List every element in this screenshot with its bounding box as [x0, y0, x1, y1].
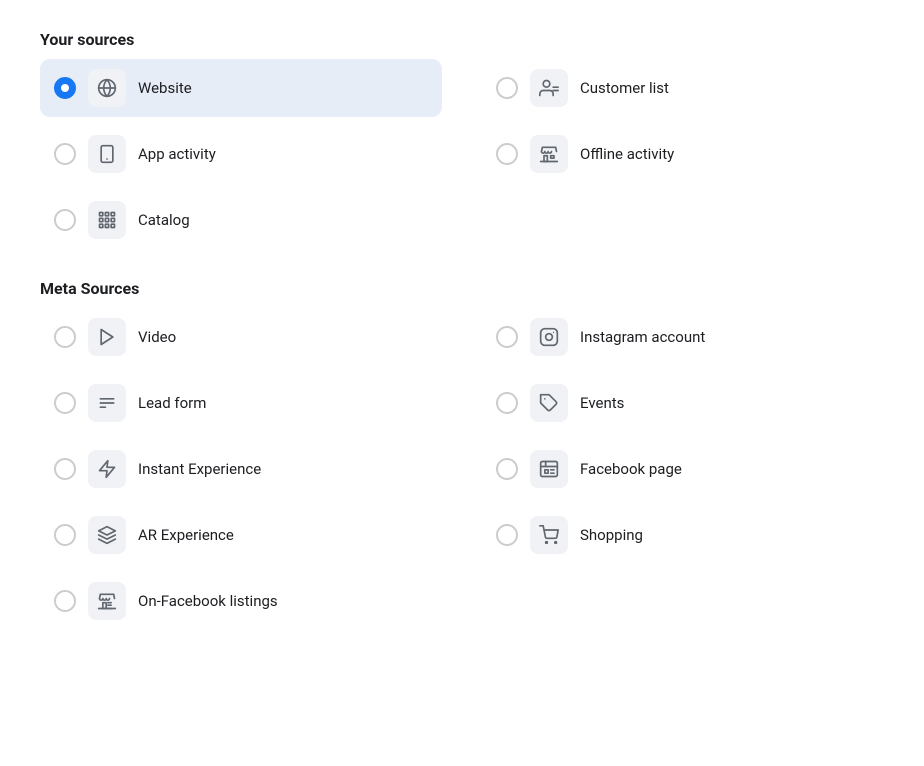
- source-label-video: Video: [138, 328, 176, 346]
- globe-icon: [88, 69, 126, 107]
- source-label-facebook-page: Facebook page: [580, 460, 682, 478]
- source-label-shopping: Shopping: [580, 526, 643, 544]
- radio-app-activity[interactable]: [54, 143, 76, 165]
- source-label-customer-list: Customer list: [580, 79, 669, 97]
- your-sources-section: Your sources Website: [40, 30, 884, 249]
- radio-video[interactable]: [54, 326, 76, 348]
- ar-icon: [88, 516, 126, 554]
- tag-icon: [530, 384, 568, 422]
- source-item-offline-activity[interactable]: Offline activity: [482, 125, 884, 183]
- source-item-ar-experience[interactable]: AR Experience: [40, 506, 442, 564]
- meta-sources-section: Meta Sources Video Instagram account: [40, 279, 884, 630]
- source-label-instagram: Instagram account: [580, 328, 705, 346]
- radio-catalog[interactable]: [54, 209, 76, 231]
- meta-sources-grid: Video Instagram account: [40, 308, 884, 630]
- cart-icon: [530, 516, 568, 554]
- catalog-icon: [88, 201, 126, 239]
- source-item-lead-form[interactable]: Lead form: [40, 374, 442, 432]
- mobile-icon: [88, 135, 126, 173]
- source-item-events[interactable]: Events: [482, 374, 884, 432]
- source-label-offline-activity: Offline activity: [580, 145, 674, 163]
- source-label-website: Website: [138, 79, 192, 97]
- radio-customer-list[interactable]: [496, 77, 518, 99]
- radio-lead-form[interactable]: [54, 392, 76, 414]
- radio-instagram[interactable]: [496, 326, 518, 348]
- your-sources-grid: Website Customer list: [40, 59, 884, 249]
- radio-shopping[interactable]: [496, 524, 518, 546]
- source-label-catalog: Catalog: [138, 211, 190, 229]
- source-label-lead-form: Lead form: [138, 394, 206, 412]
- source-item-facebook-page[interactable]: Facebook page: [482, 440, 884, 498]
- facebook-page-icon: [530, 450, 568, 488]
- source-item-video[interactable]: Video: [40, 308, 442, 366]
- source-label-on-facebook-listings: On-Facebook listings: [138, 592, 278, 610]
- source-label-ar-experience: AR Experience: [138, 526, 234, 544]
- radio-facebook-page[interactable]: [496, 458, 518, 480]
- radio-on-facebook-listings[interactable]: [54, 590, 76, 612]
- source-item-app-activity[interactable]: App activity: [40, 125, 442, 183]
- radio-instant-experience[interactable]: [54, 458, 76, 480]
- source-item-shopping[interactable]: Shopping: [482, 506, 884, 564]
- radio-ar-experience[interactable]: [54, 524, 76, 546]
- source-item-catalog[interactable]: Catalog: [40, 191, 442, 249]
- source-item-website[interactable]: Website: [40, 59, 442, 117]
- source-label-instant-experience: Instant Experience: [138, 460, 261, 478]
- store-icon: [530, 135, 568, 173]
- lightning-icon: [88, 450, 126, 488]
- radio-events[interactable]: [496, 392, 518, 414]
- source-label-events: Events: [580, 394, 624, 412]
- meta-sources-title: Meta Sources: [40, 279, 884, 298]
- source-item-instant-experience[interactable]: Instant Experience: [40, 440, 442, 498]
- radio-website[interactable]: [54, 77, 76, 99]
- source-item-on-facebook-listings[interactable]: On-Facebook listings: [40, 572, 442, 630]
- instagram-icon: [530, 318, 568, 356]
- radio-offline-activity[interactable]: [496, 143, 518, 165]
- source-item-instagram[interactable]: Instagram account: [482, 308, 884, 366]
- user-list-icon: [530, 69, 568, 107]
- lead-form-icon: [88, 384, 126, 422]
- source-item-customer-list[interactable]: Customer list: [482, 59, 884, 117]
- storefront-icon: [88, 582, 126, 620]
- source-label-app-activity: App activity: [138, 145, 216, 163]
- your-sources-title: Your sources: [40, 30, 884, 49]
- play-icon: [88, 318, 126, 356]
